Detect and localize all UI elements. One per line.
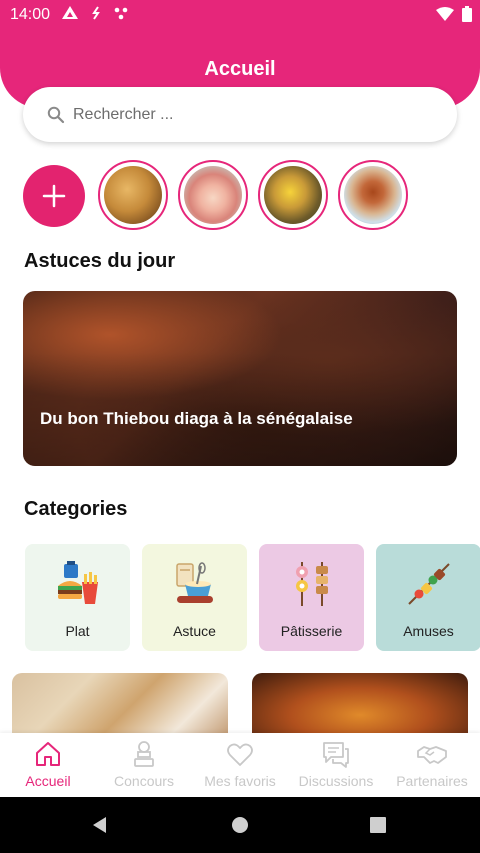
- story-item[interactable]: [338, 160, 408, 230]
- recipe-card[interactable]: [252, 673, 468, 733]
- handshake-icon: [417, 746, 447, 764]
- search-input[interactable]: [73, 105, 413, 124]
- story-image: [104, 166, 162, 224]
- featured-tip-card[interactable]: Du bon Thiebou diaga à la sénégalaise: [23, 291, 457, 466]
- nav-item-accueil[interactable]: Accueil: [0, 733, 96, 797]
- category-label: Astuce: [173, 623, 216, 639]
- nav-item-partenaires[interactable]: Partenaires: [384, 733, 480, 797]
- back-icon[interactable]: [90, 815, 110, 835]
- kebab-icon: [407, 563, 450, 605]
- nav-item-favoris[interactable]: Mes favoris: [192, 733, 288, 797]
- story-image: [344, 166, 402, 224]
- nav-label: Concours: [114, 773, 174, 789]
- nav-item-discussions[interactable]: Discussions: [288, 733, 384, 797]
- home-button-icon[interactable]: [230, 815, 250, 835]
- nav-label: Accueil: [25, 773, 71, 789]
- dots-icon: [114, 7, 128, 20]
- categories-section-title: Categories: [24, 498, 128, 520]
- wifi-icon: [436, 7, 454, 21]
- category-card-amuses[interactable]: Amuses: [376, 544, 480, 651]
- category-card-patisserie[interactable]: Pâtisserie: [259, 544, 364, 651]
- category-label: Plat: [65, 623, 90, 639]
- system-navigation-bar: [0, 797, 480, 853]
- nav-label: Partenaires: [396, 773, 468, 789]
- featured-tip-caption: Du bon Thiebou diaga à la sénégalaise: [40, 409, 353, 428]
- featured-section-title: Astuces du jour: [24, 250, 176, 272]
- page-title: Accueil: [204, 58, 276, 80]
- heart-icon: [227, 743, 253, 766]
- story-item[interactable]: [98, 160, 168, 230]
- add-story-button[interactable]: [23, 165, 85, 227]
- story-item[interactable]: [178, 160, 248, 230]
- burger-fries-icon: [57, 561, 98, 604]
- skewers-icon: [295, 562, 328, 606]
- home-icon: [36, 742, 60, 766]
- bottom-navigation: Accueil Concours Mes favoris Discussions…: [0, 733, 480, 797]
- story-item[interactable]: [258, 160, 328, 230]
- chat-icon: [323, 742, 349, 768]
- category-label: Pâtisserie: [280, 623, 343, 639]
- recipe-card[interactable]: [12, 673, 228, 733]
- status-bar: 14:00: [0, 0, 480, 30]
- search-icon: [47, 106, 65, 123]
- link-icon: [92, 6, 100, 20]
- recents-icon[interactable]: [368, 815, 388, 835]
- nav-label: Mes favoris: [204, 773, 276, 789]
- chef-trophy-icon: [134, 741, 154, 767]
- nav-label: Discussions: [298, 773, 374, 789]
- battery-icon: [462, 6, 472, 22]
- status-time: 14:00: [10, 6, 51, 23]
- baking-icon: [175, 562, 213, 603]
- search-bar[interactable]: [23, 87, 457, 142]
- category-card-plat[interactable]: Plat: [25, 544, 130, 651]
- story-image: [184, 166, 242, 224]
- plus-icon: [42, 184, 66, 208]
- category-card-astuce[interactable]: Astuce: [142, 544, 247, 651]
- category-label: Amuses: [403, 623, 454, 639]
- nav-item-concours[interactable]: Concours: [96, 733, 192, 797]
- drive-icon: [62, 6, 78, 19]
- story-image: [264, 166, 322, 224]
